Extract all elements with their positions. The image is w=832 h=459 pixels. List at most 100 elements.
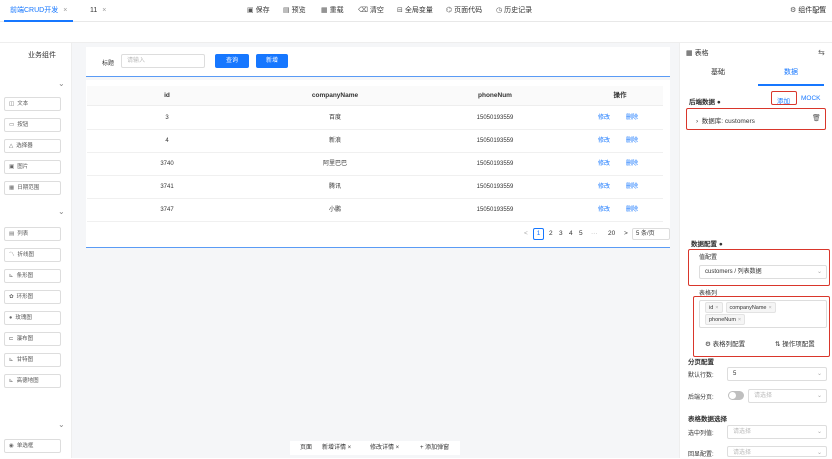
tab-11[interactable]: 11 × [84, 0, 112, 22]
page-4-button[interactable]: 4 [569, 228, 573, 240]
component-gantt-chart[interactable]: ⊾ 甘特图 [4, 353, 61, 367]
select-value: customers / 列表数据 [705, 269, 762, 275]
page-size-select[interactable]: 5 条/页 [632, 228, 670, 240]
component-selector[interactable]: △ 选择器 [4, 139, 61, 153]
chevron-down-icon[interactable]: ⌄ [58, 420, 65, 429]
page-tab-add-detail[interactable]: 新增详情 × [322, 442, 351, 454]
waterfall-chart-icon: ⊏ [9, 336, 14, 342]
reload-label: 重载 [329, 7, 344, 14]
trash-icon[interactable]: 🗑 [812, 114, 821, 122]
backend-data-title: 后端数据 ● [689, 96, 721, 106]
column-config-button[interactable]: ⚙ 表格列配置 [705, 338, 745, 348]
tab-basic[interactable]: 基础 [686, 60, 750, 86]
panel-header: ▦ 表格 [686, 48, 709, 58]
selector-icon: △ [9, 143, 14, 149]
edit-link[interactable]: 修改 [598, 176, 610, 198]
delete-link[interactable]: 删除 [626, 107, 638, 129]
datasource-item[interactable]: › 数据库: customers [696, 115, 755, 125]
prev-page-button[interactable]: < [524, 228, 528, 240]
delete-link[interactable]: 删除 [626, 153, 638, 175]
component-amap[interactable]: ⊾ 高德地图 [4, 374, 61, 388]
page-20-button[interactable]: 20 [608, 228, 615, 240]
close-icon[interactable]: × [738, 317, 741, 323]
page-tab-main[interactable]: 页面 [300, 442, 312, 454]
component-config-button[interactable]: ⚙ 组件配置 [790, 0, 826, 21]
chevron-down-icon[interactable]: ⌄ [58, 79, 65, 88]
component-ring-chart[interactable]: ✿ 环形图 [4, 290, 61, 304]
title-input[interactable]: 请输入 [121, 54, 205, 68]
selected-value-label: 选中列值: [688, 431, 714, 437]
table-columns-select[interactable]: id × companyName × phoneNum × [699, 300, 827, 328]
close-icon[interactable]: × [102, 7, 106, 14]
mock-button[interactable]: MOCK [801, 95, 821, 102]
section-label: 后端数据 [689, 99, 715, 106]
page-3-button[interactable]: 3 [559, 228, 563, 240]
add-datasource-button[interactable]: 添加 [777, 95, 790, 105]
delete-link[interactable]: 删除 [626, 130, 638, 152]
page-code-button[interactable]: ⌬ 页面代码 [446, 0, 482, 21]
component-button[interactable]: ▭ 按钮 [4, 118, 61, 132]
close-icon[interactable]: × [715, 305, 718, 311]
value-config-select[interactable]: customers / 列表数据 ⌄ [699, 265, 827, 279]
title-label: 标题 [102, 61, 115, 67]
component-image[interactable]: ▣ 图片 [4, 160, 61, 174]
save-button[interactable]: ▣ 保存 [247, 0, 270, 21]
close-icon[interactable]: × [63, 7, 67, 14]
close-icon[interactable]: × [769, 305, 772, 311]
operation-config-label: 操作项配置 [782, 341, 815, 348]
edit-link[interactable]: 修改 [598, 199, 610, 221]
reload-button[interactable]: ▦ 重载 [321, 0, 344, 21]
edit-link[interactable]: 修改 [598, 107, 610, 129]
selected-value-select[interactable]: 请选择 ⌄ [727, 425, 827, 439]
component-waterfall-chart[interactable]: ⊏ 瀑布图 [4, 332, 61, 346]
cell-phone: 15050193559 [476, 161, 514, 167]
component-label: 条形图 [16, 273, 34, 279]
component-line-chart[interactable]: 〽折线图 [4, 248, 61, 262]
component-date-range[interactable]: ▦ 日期范围 [4, 181, 61, 195]
global-vars-button[interactable]: ⊟ 全局变量 [397, 0, 433, 21]
calendar-icon: ▦ [9, 185, 15, 191]
history-button[interactable]: ◷ 历史记录 [496, 0, 532, 21]
column-tag-label: companyName [729, 305, 767, 311]
clear-button[interactable]: ⌫ 清空 [358, 0, 384, 21]
add-button[interactable]: 新增 [256, 54, 288, 68]
tab-frontend-crud[interactable]: 前端CRUD开发 × [4, 0, 74, 22]
next-page-button[interactable]: > [624, 228, 628, 240]
collapse-icon[interactable]: ⇆ [818, 48, 825, 57]
component-label: 选择器 [16, 143, 33, 149]
component-label: 甘特图 [16, 357, 34, 363]
component-label: 环形图 [16, 294, 34, 300]
edit-link[interactable]: 修改 [598, 130, 610, 152]
component-rose-chart[interactable]: ● 玫瑰图 [4, 311, 61, 325]
chevron-down-icon[interactable]: ⌄ [58, 207, 65, 216]
backend-paging-toggle[interactable] [728, 391, 744, 400]
tab-data[interactable]: 数据 [758, 60, 824, 86]
operation-config-button[interactable]: ⇅ 操作项配置 [775, 338, 815, 348]
delete-link[interactable]: 删除 [626, 176, 638, 198]
component-label: 折线图 [17, 252, 35, 258]
component-text[interactable]: ◫ 文本 [4, 97, 61, 111]
backend-paging-select[interactable]: 请选择 ⌄ [748, 389, 827, 403]
delete-link[interactable]: 删除 [626, 199, 638, 221]
component-list[interactable]: ▤ 列表 [4, 227, 61, 241]
page-2-button[interactable]: 2 [549, 228, 553, 240]
component-bar-chart[interactable]: ⊾ 条形图 [4, 269, 61, 283]
info-icon: ● [718, 241, 723, 248]
history-label: 历史记录 [504, 7, 533, 14]
global-vars-label: 全局变量 [404, 7, 433, 14]
echo-config-select[interactable]: 请选择 ⌄ [727, 446, 827, 457]
gear-icon: ⚙ [705, 341, 713, 348]
query-button[interactable]: 查询 [215, 54, 249, 68]
gear-icon: ⚙ [790, 7, 797, 14]
column-tag: id × [705, 302, 723, 313]
add-dialog-button[interactable]: + 添加弹窗 [420, 442, 449, 454]
page-1-button[interactable]: 1 [533, 228, 544, 240]
more-pages-button[interactable]: ··· [591, 228, 598, 240]
page-tab-edit-detail[interactable]: 修改详情 × [370, 442, 399, 454]
select-value: 5 [733, 371, 737, 377]
page-5-button[interactable]: 5 [579, 228, 583, 240]
component-radio[interactable]: ◉ 单选框 [4, 439, 61, 453]
default-rows-select[interactable]: 5 ⌄ [727, 367, 827, 381]
preview-button[interactable]: ▤ 预览 [283, 0, 306, 21]
edit-link[interactable]: 修改 [598, 153, 610, 175]
